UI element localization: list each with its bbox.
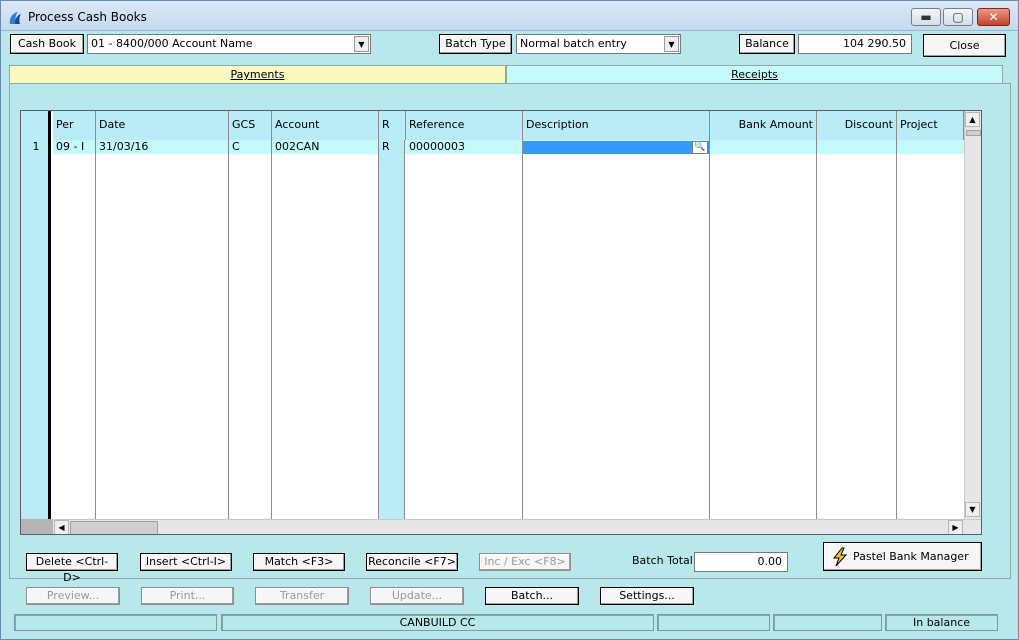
horizontal-scroll-thumb[interactable]: [70, 521, 158, 534]
column-divider: [228, 140, 229, 519]
process-cash-books-window: Process Cash Books ▬ ▢ ✕ Cash Book 01 - …: [0, 0, 1019, 640]
column-divider: [95, 140, 96, 519]
inc-exc-button[interactable]: Inc / Exc <F8>: [479, 553, 571, 571]
transfer-button[interactable]: Transfer: [255, 587, 349, 605]
chevron-down-icon[interactable]: ▼: [664, 36, 679, 52]
maximize-icon: ▢: [952, 10, 964, 24]
column-header-discount[interactable]: Discount: [817, 111, 897, 140]
balance-button[interactable]: Balance: [739, 34, 795, 54]
column-divider: [816, 140, 817, 519]
window-title: Process Cash Books: [28, 10, 147, 24]
column-header-gcs[interactable]: GCS: [229, 111, 272, 140]
cash-book-button[interactable]: Cash Book: [10, 34, 84, 54]
grid-corner: [21, 519, 53, 534]
status-company: CANBUILD CC: [221, 614, 654, 631]
column-header-project[interactable]: Project: [897, 111, 964, 140]
column-header-reference[interactable]: Reference: [406, 111, 523, 140]
chevron-down-icon[interactable]: ▼: [354, 36, 369, 52]
cash-book-value: 01 - 8400/000 Account Name: [91, 37, 253, 50]
minimize-button[interactable]: ▬: [911, 8, 941, 26]
reconcile-button[interactable]: Reconcile <F7>: [366, 553, 458, 571]
pastel-bank-manager-button[interactable]: Pastel Bank Manager: [823, 542, 982, 571]
column-divider: [896, 140, 897, 519]
column-divider: [271, 140, 272, 519]
scroll-right-icon[interactable]: ▶: [948, 520, 963, 534]
status-balance-state: In balance: [885, 614, 998, 631]
batch-type-select[interactable]: Normal batch entry ▼: [516, 34, 681, 54]
tab-receipts[interactable]: Receipts: [506, 65, 1003, 83]
cash-book-select[interactable]: 01 - 8400/000 Account Name ▼: [87, 34, 371, 54]
cell-gcs[interactable]: C: [229, 140, 272, 154]
close-icon: ✕: [988, 10, 999, 24]
balance-field: 104 290.50: [798, 34, 912, 54]
update-button[interactable]: Update...: [370, 587, 464, 605]
scroll-left-icon[interactable]: ◀: [54, 520, 69, 534]
cell-reference[interactable]: 00000003: [406, 140, 523, 154]
vertical-scrollbar[interactable]: ▲ ▼: [964, 111, 981, 519]
match-button[interactable]: Match <F3>: [253, 553, 345, 571]
column-header-r[interactable]: R: [379, 111, 406, 140]
cell-account[interactable]: 002CAN: [272, 140, 379, 154]
scroll-up-icon[interactable]: ▲: [965, 112, 980, 127]
title-bar: Process Cash Books ▬ ▢ ✕: [1, 1, 1018, 31]
column-divider: [522, 140, 523, 519]
batch-type-button[interactable]: Batch Type: [439, 34, 512, 54]
tab-payments-label: Payments: [230, 68, 285, 81]
tab-payments[interactable]: Payments: [9, 65, 506, 83]
status-pane-3: [657, 614, 770, 631]
minimize-icon: ▬: [920, 10, 932, 24]
row-header-column: [21, 111, 51, 519]
row-number: 1: [32, 140, 40, 153]
batch-total-label: Batch Total: [632, 554, 693, 567]
cell-date[interactable]: 31/03/16: [96, 140, 229, 154]
pastel-app-icon: [9, 12, 21, 24]
status-pane-1: [14, 614, 217, 631]
close-window-button[interactable]: ✕: [977, 8, 1010, 26]
close-button[interactable]: Close: [923, 34, 1006, 57]
column-header-description[interactable]: Description: [523, 111, 710, 140]
column-header-date[interactable]: Date: [96, 111, 229, 140]
description-input[interactable]: [523, 141, 709, 154]
horizontal-scrollbar[interactable]: ◀ ▶: [21, 519, 981, 534]
pastel-bank-manager-label: Pastel Bank Manager: [853, 550, 969, 563]
scroll-down-icon[interactable]: ▼: [965, 502, 980, 517]
preview-button[interactable]: Preview...: [26, 587, 120, 605]
maximize-button[interactable]: ▢: [943, 8, 973, 26]
batch-button[interactable]: Batch...: [485, 587, 579, 605]
cell-r[interactable]: R: [379, 140, 406, 154]
lightning-bolt-icon: [832, 547, 848, 567]
status-pane-4: [773, 614, 882, 631]
batch-type-value: Normal batch entry: [520, 37, 627, 50]
delete-button[interactable]: Delete <Ctrl-D>: [26, 553, 118, 584]
column-header-bank-amount[interactable]: Bank Amount: [710, 111, 817, 140]
insert-button[interactable]: Insert <Ctrl-I>: [140, 553, 232, 571]
column-header-account[interactable]: Account: [272, 111, 379, 140]
batch-total-field: 0.00: [694, 552, 788, 572]
r-column-shade: [378, 140, 405, 519]
transactions-grid[interactable]: Per Date GCS Account R Reference Descrip…: [20, 110, 982, 535]
search-icon[interactable]: 🔍: [692, 141, 708, 154]
settings-button[interactable]: Settings...: [600, 587, 694, 605]
vertical-scroll-thumb[interactable]: [966, 130, 981, 136]
cell-per[interactable]: 09 - I: [53, 140, 96, 154]
column-divider: [709, 140, 710, 519]
column-header-per[interactable]: Per: [53, 111, 96, 140]
tab-receipts-label: Receipts: [731, 68, 778, 81]
print-button[interactable]: Print...: [141, 587, 234, 605]
